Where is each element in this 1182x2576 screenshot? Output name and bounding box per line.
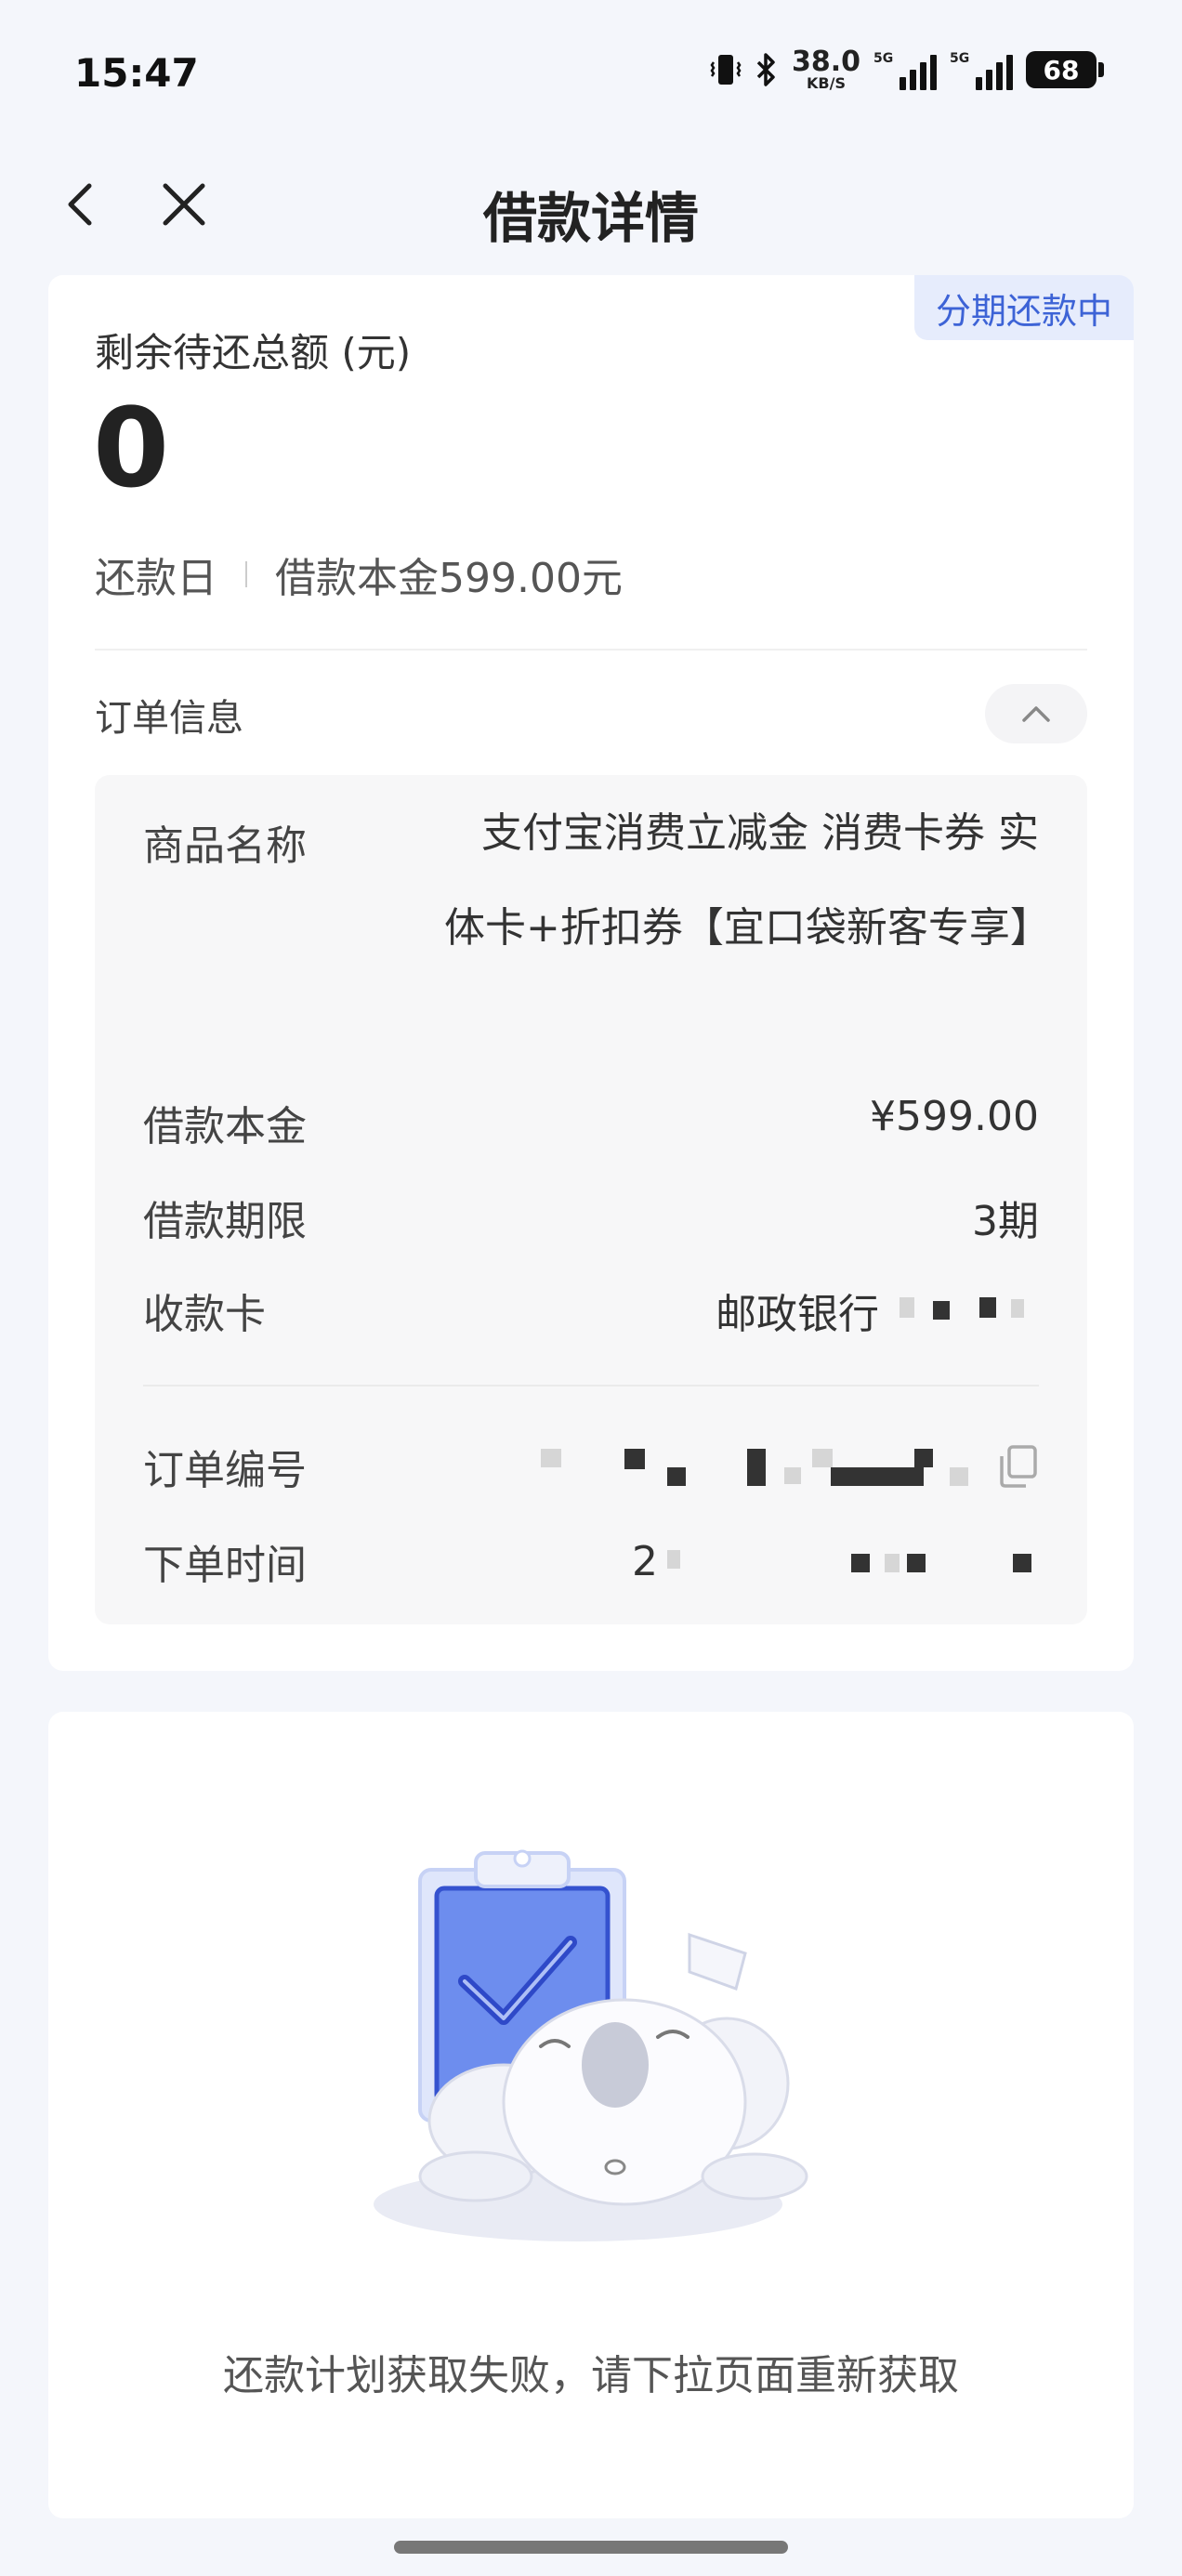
copy-icon[interactable] — [996, 1443, 1039, 1490]
order-no-row: 订单编号 — [143, 1437, 1039, 1496]
term-value: 3期 — [972, 1198, 1039, 1245]
order-info-title: 订单信息 — [95, 697, 243, 740]
product-row: 商品名称 支付宝消费立减金 消费卡券 实体卡+折扣券【宜口袋新客专享】 — [143, 809, 1051, 976]
collapse-button[interactable] — [985, 684, 1087, 743]
battery-icon: 68 — [1026, 51, 1104, 88]
principal-label: 借款本金 — [143, 1103, 307, 1150]
redacted-mask — [541, 1443, 978, 1490]
card-label: 收款卡 — [143, 1291, 266, 1338]
order-time-label: 下单时间 — [143, 1542, 307, 1589]
vibrate-icon — [710, 55, 742, 85]
redacted-mask — [890, 1290, 1039, 1331]
signal-icon: 5G — [873, 49, 937, 90]
network-speed: 38.0 KB/S — [791, 46, 860, 92]
order-time-row: 下单时间 2 — [143, 1531, 1039, 1591]
nav-bar: 借款详情 — [0, 158, 1182, 251]
term-label: 借款期限 — [143, 1198, 307, 1245]
remaining-label: 剩余待还总额 (元) — [95, 330, 412, 375]
repay-info-row: 还款日 借款本金599.00元 — [95, 545, 623, 604]
order-details: 商品名称 支付宝消费立减金 消费卡券 实体卡+折扣券【宜口袋新客专享】 借款本金… — [95, 775, 1087, 1624]
repay-day-label: 还款日 — [95, 555, 217, 602]
chevron-up-icon — [1022, 706, 1050, 722]
home-indicator[interactable] — [394, 2541, 788, 2554]
repay-plan-card: 还款计划获取失败，请下拉页面重新获取 — [48, 1712, 1134, 2518]
card-row: 收款卡 邮政银行 — [143, 1281, 1039, 1340]
koala-empty-state-illustration — [374, 1849, 808, 2241]
loan-summary-card: 分期还款中 剩余待还总额 (元) 0 还款日 借款本金599.00元 订单信息 … — [48, 275, 1134, 1671]
card-bank-name: 邮政银行 — [716, 1291, 879, 1338]
divider — [143, 1385, 1039, 1387]
divider — [95, 649, 1087, 651]
remaining-amount: 0 — [93, 384, 170, 512]
bluetooth-icon — [756, 53, 775, 86]
principal-value: ¥599.00 — [870, 1093, 1039, 1140]
principal-row: 借款本金 ¥599.00 — [143, 1093, 1039, 1152]
principal-summary: 借款本金599.00元 — [275, 555, 623, 602]
status-bar: 15:47 38.0 KB/S 5G 5G 68 — [0, 0, 1182, 139]
order-no-value — [541, 1437, 1039, 1496]
product-label: 商品名称 — [143, 822, 307, 870]
separator — [245, 561, 247, 587]
status-time: 15:47 — [74, 50, 199, 96]
product-value: 支付宝消费立减金 消费卡券 实体卡+折扣券【宜口袋新客专享】 — [444, 809, 1051, 952]
redacted-mask — [667, 1541, 1039, 1582]
page-title: 借款详情 — [482, 187, 699, 250]
card-value: 邮政银行 — [716, 1281, 1039, 1340]
status-badge: 分期还款中 — [914, 275, 1134, 340]
order-time-text: 2 — [632, 1537, 658, 1585]
empty-state-message: 还款计划获取失败，请下拉页面重新获取 — [223, 2352, 959, 2399]
order-no-label: 订单编号 — [143, 1447, 307, 1494]
order-time-value: 2 — [632, 1531, 1039, 1591]
signal-icon: 5G — [950, 49, 1013, 90]
term-row: 借款期限 3期 — [143, 1188, 1039, 1247]
status-icons: 38.0 KB/S 5G 5G 68 — [710, 46, 1104, 92]
